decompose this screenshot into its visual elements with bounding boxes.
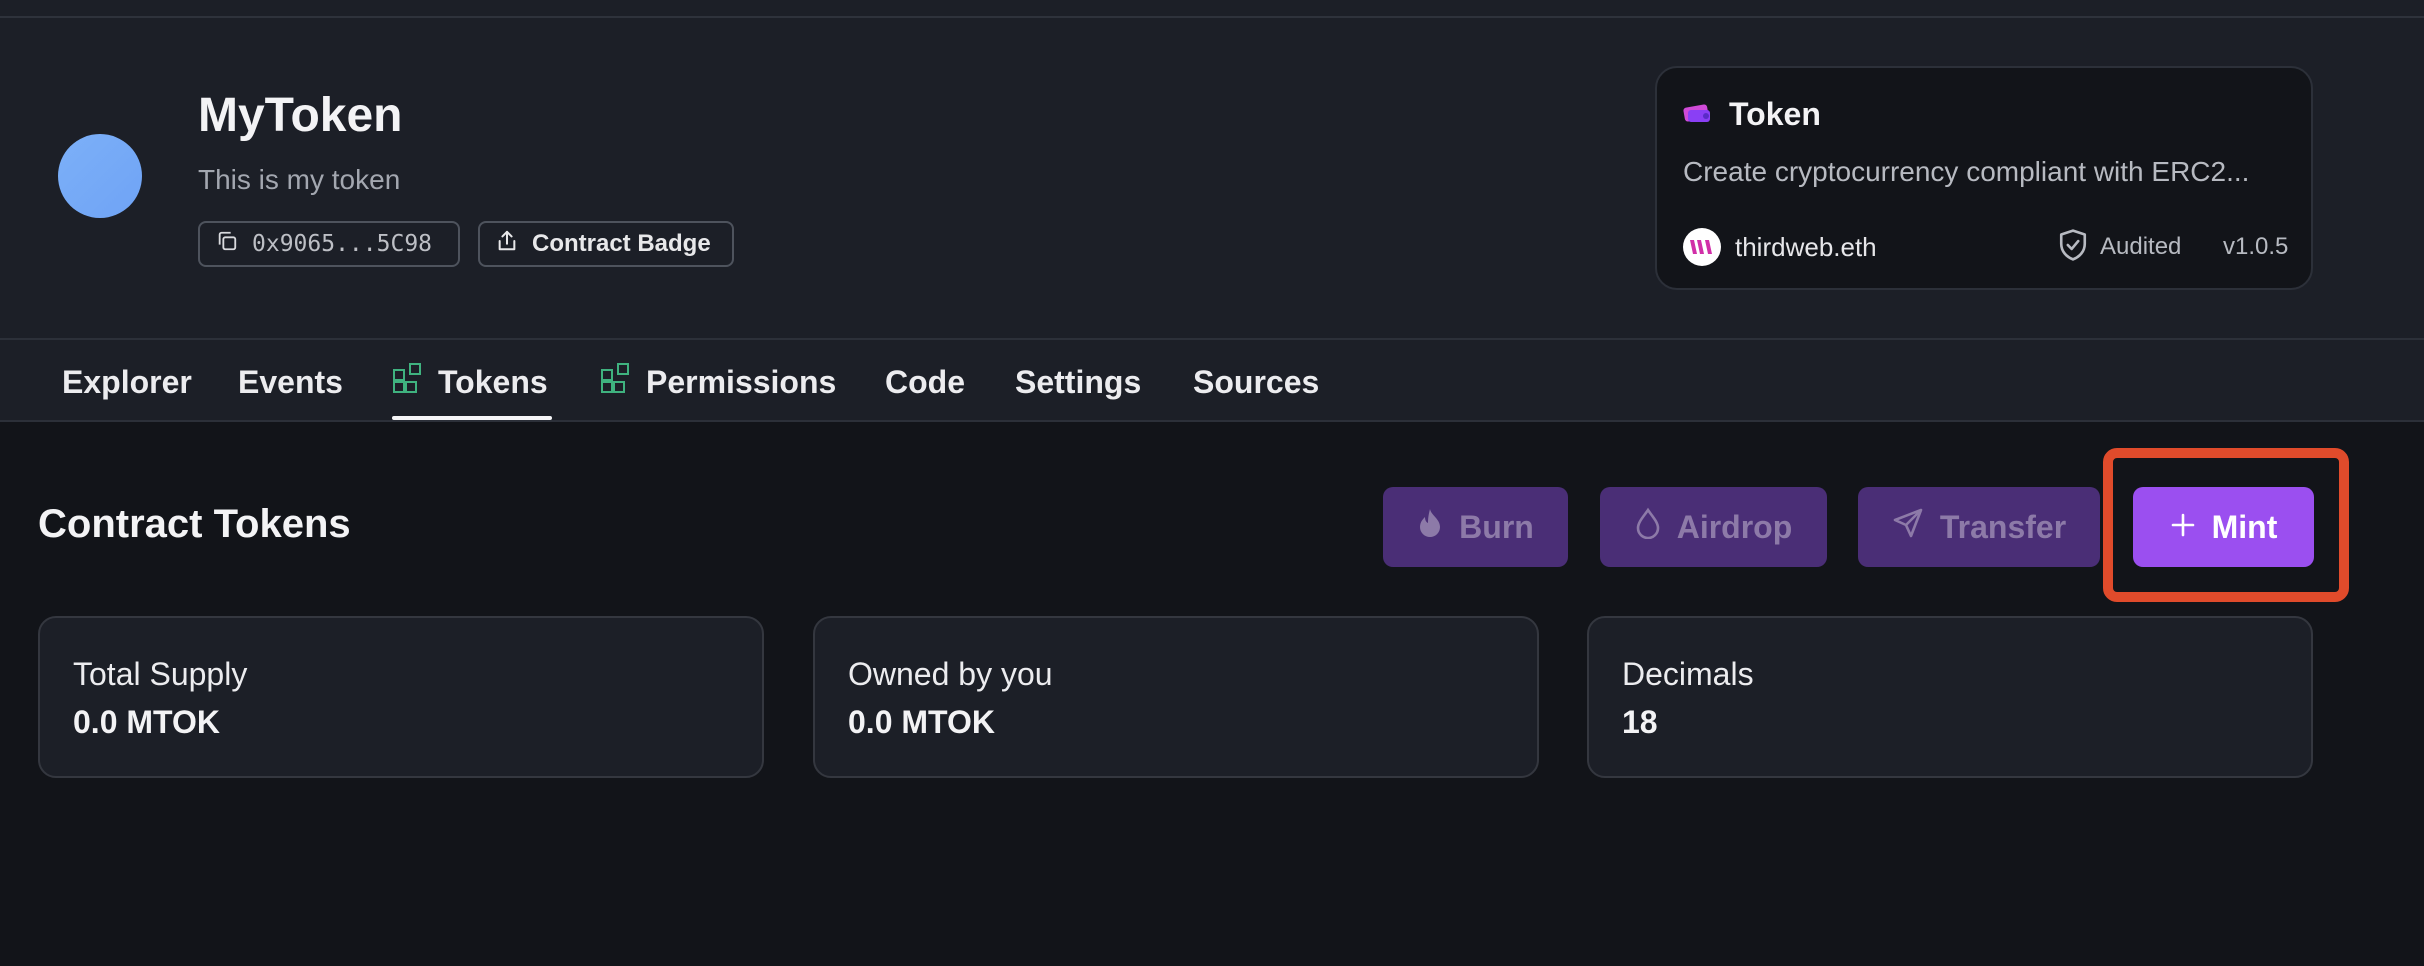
stat-label: Owned by you — [848, 656, 1053, 692]
tab-label: Settings — [1015, 363, 1142, 400]
tab-label: Permissions — [646, 363, 837, 400]
airdrop-button[interactable]: Airdrop — [1600, 487, 1827, 567]
flame-icon — [1417, 507, 1443, 547]
tab-events[interactable]: Events — [238, 362, 343, 402]
audited-label: Audited — [2100, 233, 2182, 260]
extension-icon — [392, 362, 424, 402]
contract-avatar — [58, 134, 142, 218]
tab-permissions[interactable]: Permissions — [600, 362, 836, 402]
template-card[interactable]: Token Create cryptocurrency compliant wi… — [1655, 66, 2313, 290]
send-icon — [1892, 507, 1924, 547]
copy-icon — [216, 230, 238, 258]
airdrop-label: Airdrop — [1676, 508, 1793, 545]
contract-name: MyToken — [198, 89, 403, 142]
template-description: Create cryptocurrency compliant with ERC… — [1683, 156, 2250, 187]
stat-value: 0.0 MTOK — [73, 704, 220, 740]
stat-card-total-supply: Total Supply 0.0 MTOK — [38, 616, 764, 778]
extension-icon — [600, 362, 632, 402]
shield-check-icon — [2057, 228, 2089, 267]
contract-header: MyToken This is my token 0x9065...5C98 C… — [0, 0, 2424, 340]
stat-card-owned-by-you: Owned by you 0.0 MTOK — [813, 616, 1539, 778]
contract-address: 0x9065...5C98 — [252, 231, 433, 257]
mint-label: Mint — [2211, 508, 2278, 545]
plus-icon — [2170, 509, 2196, 546]
contract-badge-label: Contract Badge — [532, 230, 711, 257]
tab-code[interactable]: Code — [885, 362, 965, 402]
contract-tabs: Explorer Events Tokens Permissions Code — [0, 338, 2424, 422]
tab-tokens[interactable]: Tokens — [392, 362, 548, 402]
tab-label: Tokens — [438, 363, 548, 400]
contract-badge-button[interactable]: Contract Badge — [478, 221, 734, 267]
share-icon — [496, 229, 518, 260]
tab-label: Code — [885, 363, 965, 400]
stat-label: Decimals — [1622, 656, 1754, 692]
mint-button[interactable]: Mint — [2133, 487, 2314, 567]
tab-label: Events — [238, 363, 343, 400]
copy-address-button[interactable]: 0x9065...5C98 — [198, 221, 460, 267]
burn-button[interactable]: Burn — [1383, 487, 1568, 567]
droplet-icon — [1635, 507, 1661, 547]
token-icon — [1683, 102, 1713, 131]
thirdweb-logo-icon — [1683, 228, 1721, 266]
stat-value: 18 — [1622, 704, 1658, 740]
stat-card-decimals: Decimals 18 — [1587, 616, 2313, 778]
header-divider — [0, 16, 2424, 18]
tab-label: Explorer — [62, 363, 192, 400]
burn-label: Burn — [1459, 508, 1534, 545]
tab-label: Sources — [1193, 363, 1320, 400]
template-author[interactable]: thirdweb.eth — [1735, 232, 1877, 263]
active-tab-indicator — [392, 416, 552, 420]
tab-explorer[interactable]: Explorer — [62, 362, 192, 402]
tab-sources[interactable]: Sources — [1193, 362, 1319, 402]
transfer-label: Transfer — [1939, 508, 2067, 545]
contract-description: This is my token — [198, 164, 401, 195]
template-version: v1.0.5 — [2223, 233, 2289, 260]
stat-label: Total Supply — [73, 656, 248, 692]
stat-value: 0.0 MTOK — [848, 704, 995, 740]
tab-settings[interactable]: Settings — [1015, 362, 1141, 402]
template-title: Token — [1729, 96, 1821, 132]
transfer-button[interactable]: Transfer — [1858, 487, 2100, 567]
section-title: Contract Tokens — [38, 502, 351, 546]
